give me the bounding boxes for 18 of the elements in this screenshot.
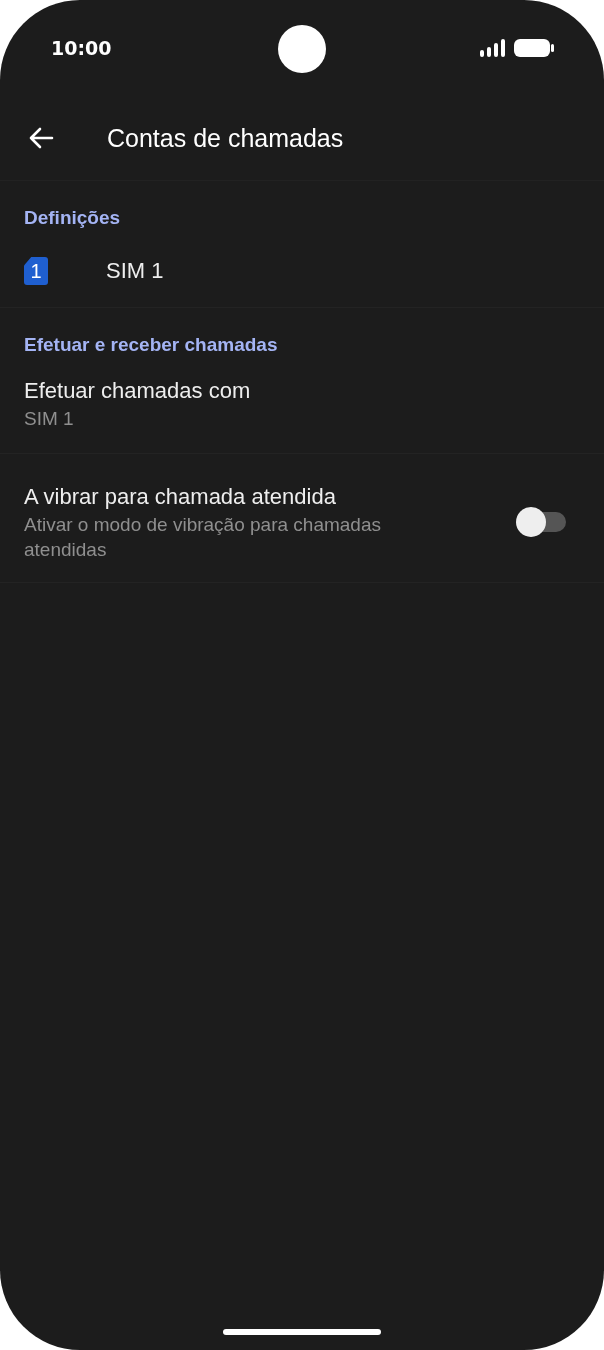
item-subtitle: Ativar o modo de vibração para chamadas atendidas bbox=[24, 513, 382, 562]
page-title: Contas de chamadas bbox=[107, 123, 344, 153]
item-title: Efetuar chamadas com bbox=[24, 377, 252, 405]
section-header: Definições bbox=[23, 206, 122, 230]
back-button[interactable] bbox=[28, 127, 54, 149]
camera-cutout bbox=[278, 25, 326, 73]
sim-card-icon: 1 bbox=[24, 257, 48, 285]
sim-setting-item[interactable]: 1 SIM 1 bbox=[0, 241, 604, 301]
item-title: SIM 1 bbox=[106, 258, 164, 284]
toggle-switch[interactable] bbox=[516, 507, 566, 537]
setting-item[interactable]: Efetuar chamadas com SIM 1 bbox=[0, 368, 604, 454]
item-title: A vibrar para chamada atendida bbox=[24, 483, 337, 511]
battery-icon bbox=[514, 38, 554, 58]
toggle-setting-item[interactable]: A vibrar para chamada atendida Ativar o modo de vibração para chamadas atendidas bbox=[0, 454, 604, 582]
status-time: 10:00 bbox=[51, 37, 112, 59]
section-header: Efetuar e receber chamadas bbox=[23, 333, 279, 357]
signal-icon bbox=[480, 39, 506, 57]
item-subtitle: SIM 1 bbox=[24, 407, 75, 431]
